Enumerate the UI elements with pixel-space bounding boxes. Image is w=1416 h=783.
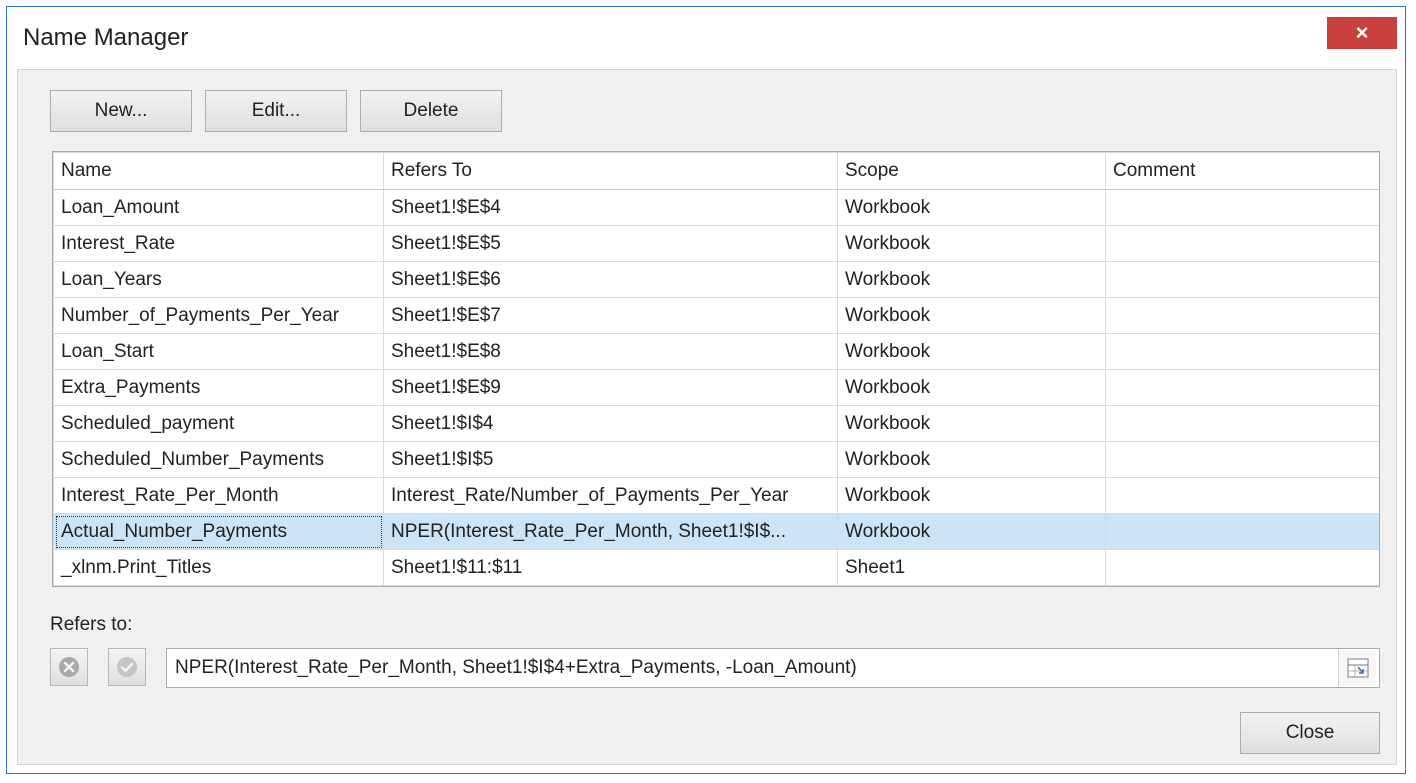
names-list[interactable]: Name Refers To Scope Comment Loan_Amount…: [52, 151, 1380, 587]
table-row[interactable]: Number_of_Payments_Per_Year Sheet1!$E$7 Wo…: [53, 297, 1379, 334]
table-row[interactable]: Interest_Rate Sheet1!$E$5 Workbook: [53, 225, 1379, 262]
name-cell: Loan_Amount: [53, 189, 384, 226]
scope-cell: Workbook: [837, 261, 1106, 298]
column-header-comment[interactable]: Comment: [1105, 152, 1379, 190]
close-button[interactable]: Close: [1240, 712, 1380, 754]
name-cell: Number_of_Payments_Per_Year: [53, 297, 384, 334]
refers-to-cell: Sheet1!$I$4: [383, 405, 838, 442]
name-cell: Loan_Years: [53, 261, 384, 298]
refers-to-cell: Sheet1!$E$4: [383, 189, 838, 226]
refers-to-input[interactable]: [166, 648, 1380, 688]
header-row: Name Refers To Scope Comment: [53, 152, 1379, 190]
refers-to-cell: Sheet1!$E$8: [383, 333, 838, 370]
table-row[interactable]: Loan_Start Sheet1!$E$8 Workbook: [53, 333, 1379, 370]
comment-cell: [1105, 225, 1379, 262]
comment-cell: [1105, 477, 1379, 514]
scope-cell: Sheet1: [837, 549, 1106, 586]
comment-cell: [1105, 333, 1379, 370]
close-window-button[interactable]: ×: [1327, 17, 1397, 49]
name-cell: Interest_Rate_Per_Month: [53, 477, 384, 514]
scope-cell: Workbook: [837, 405, 1106, 442]
name-cell: Extra_Payments: [53, 369, 384, 406]
comment-cell: [1105, 441, 1379, 478]
title-bar[interactable]: Name Manager ×: [7, 7, 1405, 69]
refers-to-cell: Sheet1!$E$9: [383, 369, 838, 406]
scope-cell: Workbook: [837, 441, 1106, 478]
cancel-icon: [59, 657, 79, 677]
comment-cell: [1105, 369, 1379, 406]
comment-cell: [1105, 405, 1379, 442]
delete-button[interactable]: Delete: [360, 90, 502, 132]
table-row[interactable]: Extra_Payments Sheet1!$E$9 Workbook: [53, 369, 1379, 406]
table-row[interactable]: Loan_Amount Sheet1!$E$4 Workbook: [53, 189, 1379, 226]
check-icon: [117, 657, 137, 677]
new-button[interactable]: New...: [50, 90, 192, 132]
comment-cell: [1105, 261, 1379, 298]
scope-cell: Workbook: [837, 225, 1106, 262]
dialog-content: New... Edit... Delete Name Refers To Sco…: [17, 69, 1397, 765]
table-row[interactable]: Scheduled_Number_Payments Sheet1!$I$5 Work…: [53, 441, 1379, 478]
scope-cell: Workbook: [837, 513, 1106, 550]
column-header-name[interactable]: Name: [53, 152, 384, 190]
refers-to-cell: Sheet1!$I$5: [383, 441, 838, 478]
refers-to-cell: Interest_Rate/Number_of_Payments_Per_Yea…: [383, 477, 838, 514]
window-title: Name Manager: [23, 24, 189, 51]
confirm-edit-button[interactable]: [108, 648, 146, 686]
name-manager-dialog: Name Manager × New... Edit... Delete Nam…: [6, 6, 1406, 774]
collapse-dialog-button[interactable]: [1338, 650, 1376, 686]
refers-to-cell: Sheet1!$E$7: [383, 297, 838, 334]
comment-cell: [1105, 513, 1379, 550]
scope-cell: Workbook: [837, 297, 1106, 334]
name-cell: _xlnm.Print_Titles: [53, 549, 384, 586]
name-cell: Scheduled_payment: [53, 405, 384, 442]
table-row[interactable]: Scheduled_payment Sheet1!$I$4 Workbook: [53, 405, 1379, 442]
comment-cell: [1105, 297, 1379, 334]
cancel-edit-button[interactable]: [50, 648, 88, 686]
name-cell: Scheduled_Number_Payments: [53, 441, 384, 478]
refers-to-cell: Sheet1!$11:$11: [383, 549, 838, 586]
name-cell: Interest_Rate: [53, 225, 384, 262]
scope-cell: Workbook: [837, 369, 1106, 406]
table-row[interactable]: _xlnm.Print_Titles Sheet1!$11:$11 Sheet1: [53, 549, 1379, 586]
refers-to-cell: NPER(Interest_Rate_Per_Month, Sheet1!$I$…: [383, 513, 838, 550]
column-header-scope[interactable]: Scope: [837, 152, 1106, 190]
name-cell: Loan_Start: [53, 333, 384, 370]
refers-to-cell: Sheet1!$E$6: [383, 261, 838, 298]
comment-cell: [1105, 189, 1379, 226]
column-header-refers-to[interactable]: Refers To: [383, 152, 838, 190]
table-row[interactable]: Loan_Years Sheet1!$E$6 Workbook: [53, 261, 1379, 298]
refers-to-label: Refers to:: [50, 614, 133, 635]
table-row[interactable]: Interest_Rate_Per_Month Interest_Rate/Num…: [53, 477, 1379, 514]
name-cell: Actual_Number_Payments: [53, 513, 384, 550]
table-row[interactable]: Actual_Number_Payments NPER(Interest_Rate…: [53, 513, 1379, 550]
scope-cell: Workbook: [837, 477, 1106, 514]
scope-cell: Workbook: [837, 189, 1106, 226]
edit-button[interactable]: Edit...: [205, 90, 347, 132]
comment-cell: [1105, 549, 1379, 586]
refers-to-cell: Sheet1!$E$5: [383, 225, 838, 262]
names-table: Name Refers To Scope Comment Loan_Amount…: [53, 152, 1379, 586]
collapse-dialog-icon: [1347, 658, 1368, 678]
scope-cell: Workbook: [837, 333, 1106, 370]
